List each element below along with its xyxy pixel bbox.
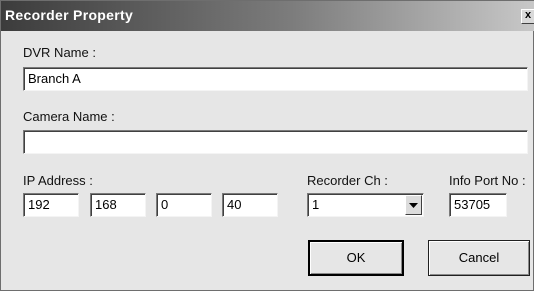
ip-octet-2-input[interactable]: 168	[90, 193, 146, 217]
camera-name-label: Camera Name :	[23, 109, 115, 124]
recorder-property-dialog: Recorder Property x DVR Name : Branch A …	[0, 0, 534, 291]
close-button[interactable]: x	[521, 9, 534, 24]
chevron-down-icon	[409, 203, 418, 208]
recorder-ch-value: 1	[312, 197, 320, 212]
info-port-input[interactable]: 53705	[449, 193, 507, 217]
recorder-ch-label: Recorder Ch :	[307, 173, 388, 188]
ip-octet-3-value: 0	[161, 197, 169, 212]
ip-octet-3-input[interactable]: 0	[156, 193, 212, 217]
dvr-name-label: DVR Name :	[23, 45, 96, 60]
camera-name-input[interactable]	[23, 130, 528, 154]
ip-octet-1-input[interactable]: 192	[23, 193, 79, 217]
recorder-ch-dropdown-button[interactable]	[405, 195, 422, 215]
dialog-title: Recorder Property	[5, 7, 134, 23]
dvr-name-input[interactable]: Branch A	[23, 67, 528, 91]
recorder-ch-select[interactable]: 1	[307, 193, 424, 217]
ip-octet-4-input[interactable]: 40	[222, 193, 278, 217]
info-port-value: 53705	[454, 197, 491, 212]
ok-button[interactable]: OK	[308, 240, 404, 276]
close-icon: x	[525, 9, 532, 21]
ip-octet-2-value: 168	[95, 197, 117, 212]
cancel-button[interactable]: Cancel	[428, 240, 530, 276]
ip-address-label: IP Address :	[23, 173, 93, 188]
ip-octet-1-value: 192	[28, 197, 50, 212]
title-bar[interactable]: Recorder Property x	[1, 1, 534, 31]
ip-octet-4-value: 40	[227, 197, 242, 212]
info-port-label: Info Port No :	[449, 173, 526, 188]
dvr-name-value: Branch A	[28, 71, 81, 86]
